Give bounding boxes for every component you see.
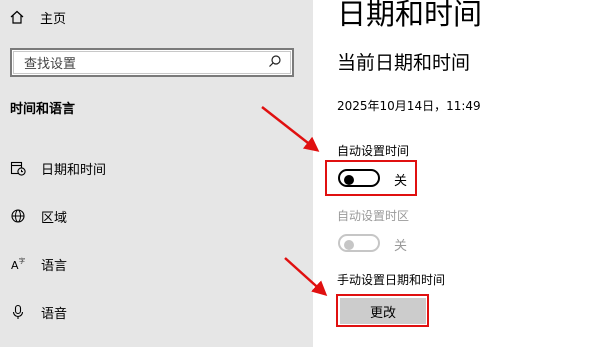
arrow-to-auto-time-toggle (261, 106, 320, 152)
annotation-arrows (261, 106, 328, 297)
arrow-to-change-button (284, 257, 328, 297)
